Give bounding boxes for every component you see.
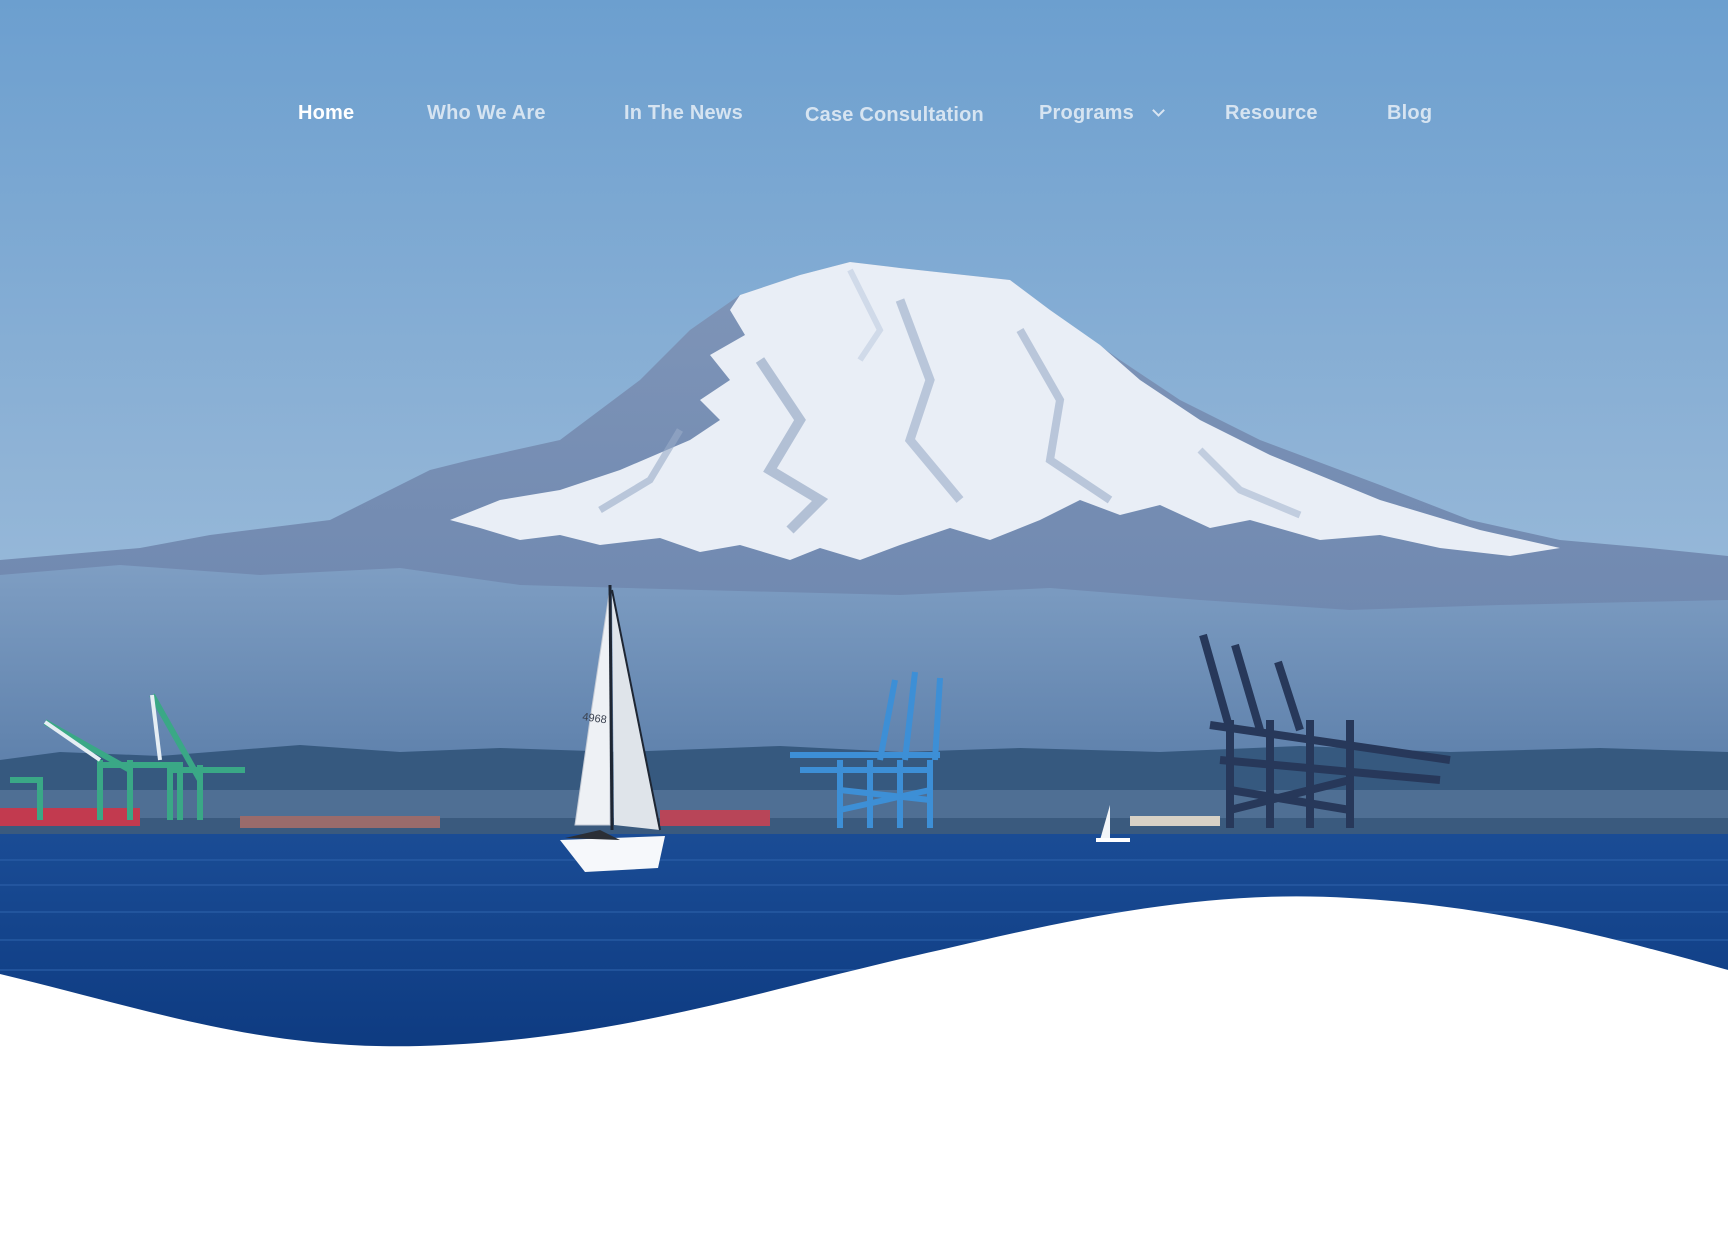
nav-item-resource[interactable]: Resource xyxy=(1225,98,1318,128)
nav-item-who-we-are[interactable]: Who We Are xyxy=(427,98,546,128)
nav-item-label: Programs xyxy=(1039,102,1134,124)
nav-item-home[interactable]: Home xyxy=(298,98,354,128)
nav-item-label: Resource xyxy=(1225,102,1318,124)
nav-item-label: Blog xyxy=(1387,102,1433,124)
nav-item-label: Case Consultation xyxy=(805,104,984,126)
chevron-down-icon xyxy=(1151,104,1165,117)
nav-item-programs[interactable]: Programs xyxy=(1039,98,1165,128)
hero-image: 4968 xyxy=(0,0,1728,1060)
hero-banner: 4968 xyxy=(0,0,1728,1060)
page: 4968 Home Who We Are In The News Case Co… xyxy=(0,0,1728,1241)
nav-item-blog[interactable]: Blog xyxy=(1387,98,1432,128)
nav-item-label: Who We Are xyxy=(427,102,546,124)
main-nav: Home Who We Are In The News Case Consult… xyxy=(0,98,1728,130)
nav-item-label: In The News xyxy=(624,102,743,124)
nav-item-case-consultation[interactable]: Case Consultation xyxy=(805,100,984,130)
nav-item-label: Home xyxy=(298,102,355,124)
nav-item-in-the-news[interactable]: In The News xyxy=(624,98,743,128)
